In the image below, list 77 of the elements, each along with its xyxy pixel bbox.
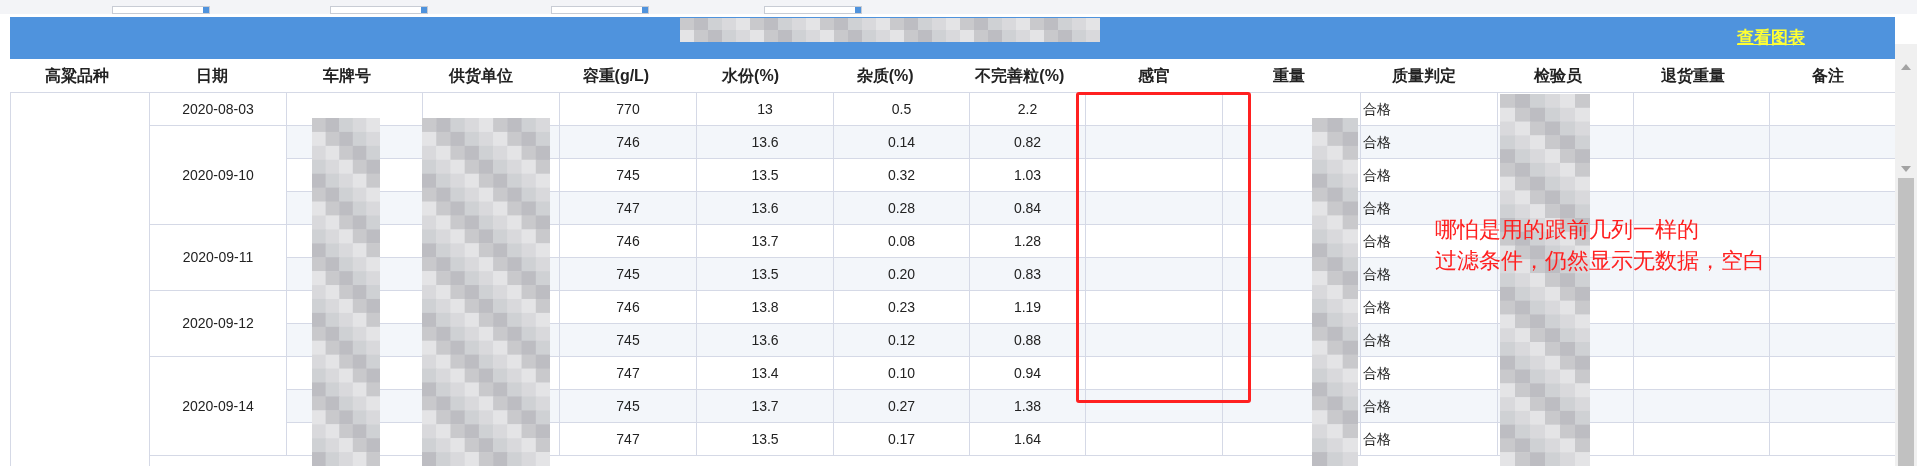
table-cell: 合格 [1360, 422, 1498, 456]
scroll-up-icon[interactable] [1901, 64, 1911, 70]
table-cell: 747 [559, 356, 697, 390]
table-cell: 747 [559, 191, 697, 225]
table-cell: 746 [559, 290, 697, 324]
table-cell: 0.23 [833, 290, 970, 324]
table-cell: 合格 [1360, 125, 1498, 159]
column-header: 杂质(%) [855, 65, 915, 86]
column-header: 水份(%) [721, 65, 780, 86]
table-cell: 746 [559, 224, 697, 258]
table-cell: 0.5 [833, 92, 970, 126]
table-cell: 13.5 [696, 422, 834, 456]
table-cell: 1.03 [969, 158, 1086, 192]
table-cell: 0.28 [833, 191, 970, 225]
table-cell: 746 [559, 125, 697, 159]
column-header: 退货重量 [1660, 65, 1726, 87]
date-cell: 2020-09-14 [149, 356, 287, 456]
table-cell: 0.10 [833, 356, 970, 390]
table-cell: 0.08 [833, 224, 970, 258]
table-cell: 13.6 [696, 191, 834, 225]
table-cell: 0.27 [833, 389, 970, 423]
table-cell: 合格 [1360, 323, 1498, 357]
column-header: 检验员 [1533, 65, 1584, 86]
table-cell: 0.32 [833, 158, 970, 192]
table-cell: 770 [559, 92, 697, 126]
table-cell: 1.64 [969, 422, 1086, 456]
column-header: 备注 [1810, 65, 1845, 86]
table-cell: 0.94 [969, 356, 1086, 390]
column-header: 不完善粒(%) [974, 65, 1066, 86]
table-cell: 0.17 [833, 422, 970, 456]
table-cell: 0.83 [969, 257, 1086, 291]
table-cell: 合格 [1360, 92, 1498, 126]
scroll-thumb[interactable] [1898, 178, 1914, 466]
table-cell: 合格 [1360, 158, 1498, 192]
column-header: 高粱品种 [44, 65, 111, 86]
table-cell: 745 [559, 389, 697, 423]
scroll-down-icon[interactable] [1901, 166, 1911, 172]
chart-link[interactable]: 查看图表 [1737, 25, 1805, 51]
table-cell: 13.6 [696, 323, 834, 357]
table-cell: 0.82 [969, 125, 1086, 159]
column-header: 容重(g/L) [581, 65, 651, 86]
table-cell: 745 [559, 158, 697, 192]
annotation-text: 过滤条件，仍然显示无数据，空白 [1435, 247, 1765, 275]
date-cell: 2020-09-11 [149, 224, 287, 291]
column-header: 质量判定 [1390, 65, 1457, 86]
table-cell: 1.19 [969, 290, 1086, 324]
table-cell: 0.14 [833, 125, 970, 159]
table-cell: 747 [559, 422, 697, 456]
table-cell: 2.2 [969, 92, 1086, 126]
table-cell: 13.8 [696, 290, 834, 324]
column-header: 感官 [1137, 65, 1172, 86]
table-cell: 0.88 [969, 323, 1086, 357]
table-cell: 1.28 [969, 224, 1086, 258]
column-header: 车牌号 [321, 65, 372, 86]
table-cell: 13.5 [696, 158, 834, 192]
scrollbar[interactable] [1895, 44, 1917, 466]
date-cell: 2020-08-03 [149, 92, 287, 126]
column-header: 供货单位 [447, 65, 515, 87]
table-cell: 合格 [1360, 290, 1498, 324]
table-cell: 13.4 [696, 356, 834, 390]
column-header: 日期 [194, 65, 229, 86]
table-cell: 13.5 [696, 257, 834, 291]
table-cell: 0.84 [969, 191, 1086, 225]
table-cell: 1.38 [969, 389, 1086, 423]
table-cell: 13.6 [696, 125, 834, 159]
date-cell: 2020-09-10 [149, 125, 287, 225]
table-cell: 745 [559, 323, 697, 357]
table-cell: 0.12 [833, 323, 970, 357]
table-cell: 13.7 [696, 389, 834, 423]
column-header: 重量 [1272, 65, 1307, 86]
date-cell: 2020-09-12 [149, 290, 287, 357]
table-cell: 745 [559, 257, 697, 291]
table-cell: 13 [696, 92, 834, 126]
table-cell: 0.20 [833, 257, 970, 291]
table-cell: 合格 [1360, 356, 1498, 390]
table-cell: 13.7 [696, 224, 834, 258]
table-cell: 合格 [1360, 389, 1498, 423]
